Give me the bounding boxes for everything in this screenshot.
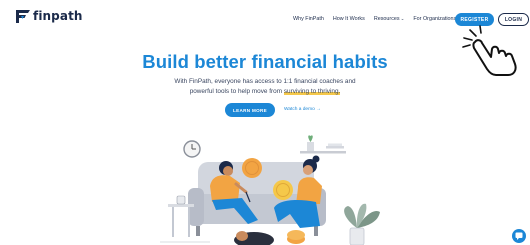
learn-more-button[interactable]: LEARN MORE [225, 103, 275, 117]
nav-resources[interactable]: Resources⌄ [374, 16, 405, 22]
chevron-down-icon: ⌄ [400, 16, 405, 21]
finpath-logo[interactable]: finpath [15, 8, 83, 24]
hero-headline: Build better financial habits [142, 51, 388, 72]
logo-text: finpath [33, 9, 83, 23]
hero-subtext-line2: powerful tools to help move from survivi… [150, 87, 380, 97]
chat-button[interactable] [512, 229, 526, 243]
watch-demo-link[interactable]: Watch a demo → [284, 107, 321, 112]
nav-why-finpath[interactable]: Why FinPath [293, 16, 324, 22]
nav-for-organizations[interactable]: For Organizations [413, 16, 456, 22]
clock-icon [183, 140, 201, 158]
nav-how-it-works[interactable]: How It Works [333, 16, 365, 22]
main-nav: Why FinPath How It Works Resources⌄ For … [293, 16, 465, 22]
highlighted-phrase: surviving to thriving. [283, 87, 341, 95]
hero-subtext: With FinPath, everyone has access to 1:1… [150, 77, 380, 96]
chat-icon [515, 232, 523, 240]
hero-illustration [160, 135, 380, 245]
hero-subtext-line2-pre: powerful tools to help move from [189, 87, 284, 95]
finpath-logo-icon [16, 10, 30, 23]
hero-subtext-line1: With FinPath, everyone has access to 1:1… [174, 78, 356, 85]
nav-resources-label: Resources [373, 16, 400, 22]
